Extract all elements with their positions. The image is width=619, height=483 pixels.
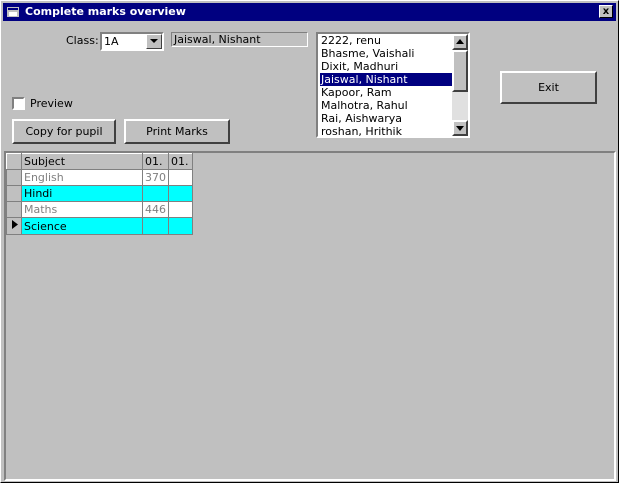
mark-cell[interactable] xyxy=(168,201,193,218)
marks-grid[interactable]: Subject 01. 01. English 370 Hindi Maths … xyxy=(4,151,616,481)
pupil-list-item[interactable]: Malhotra, Rahul xyxy=(320,99,452,112)
mark-cell[interactable]: 446 xyxy=(142,201,169,218)
subject-cell[interactable]: Maths xyxy=(21,201,143,218)
window-title: Complete marks overview xyxy=(25,5,186,18)
subject-cell[interactable]: Science xyxy=(21,217,143,235)
row-selector-current[interactable] xyxy=(6,217,22,235)
class-label: Class: xyxy=(66,34,99,47)
mark-cell[interactable]: 370 xyxy=(142,169,169,186)
mark-cell[interactable] xyxy=(142,185,169,202)
arrow-up-icon xyxy=(456,39,464,44)
chevron-down-icon xyxy=(150,39,158,43)
row-selector[interactable] xyxy=(6,169,22,186)
table-row[interactable]: English 370 xyxy=(6,169,193,186)
close-button[interactable]: x xyxy=(599,5,613,18)
column-header-subject[interactable]: Subject xyxy=(21,153,143,170)
pupil-list-item[interactable]: Dixit, Madhuri xyxy=(320,60,452,73)
marks-table: Subject 01. 01. English 370 Hindi Maths … xyxy=(6,153,193,235)
print-marks-button[interactable]: Print Marks xyxy=(124,119,230,144)
mark-cell[interactable] xyxy=(168,217,193,235)
pupil-list-scrollbar[interactable] xyxy=(452,34,468,136)
close-icon: x xyxy=(602,6,610,17)
mark-cell[interactable] xyxy=(168,169,193,186)
table-row-current[interactable]: Science xyxy=(6,217,193,235)
preview-checkbox[interactable] xyxy=(12,97,25,110)
class-combo[interactable]: 1A xyxy=(100,32,164,51)
current-row-arrow-icon xyxy=(12,220,18,229)
scroll-thumb[interactable] xyxy=(452,50,468,92)
class-combo-value: 1A xyxy=(104,35,119,48)
pupil-list-item[interactable]: Bhasme, Vaishali xyxy=(320,47,452,60)
pupil-list-item-selected[interactable]: Jaiswal, Nishant xyxy=(320,73,452,86)
grid-header-row: Subject 01. 01. xyxy=(6,153,193,170)
column-header-mark-1[interactable]: 01. xyxy=(142,153,169,170)
pupil-list-item[interactable]: Kapoor, Ram xyxy=(320,86,452,99)
pupil-list-item[interactable]: Rai, Aishwarya xyxy=(320,112,452,125)
selected-pupil-text: Jaiswal, Nishant xyxy=(174,33,261,46)
copy-for-pupil-button[interactable]: Copy for pupil xyxy=(12,119,116,144)
pupil-list-item[interactable]: roshan, Hrithik xyxy=(320,125,452,136)
scroll-down-button[interactable] xyxy=(452,120,468,136)
table-row[interactable]: Maths 446 xyxy=(6,201,193,218)
selected-pupil-display: Jaiswal, Nishant xyxy=(171,32,308,47)
app-icon xyxy=(7,7,19,17)
row-selector[interactable] xyxy=(6,185,22,202)
subject-cell[interactable]: Hindi xyxy=(21,185,143,202)
preview-label: Preview xyxy=(30,97,73,110)
pupil-list-item[interactable]: 2222, renu xyxy=(320,34,452,47)
row-selector[interactable] xyxy=(6,201,22,218)
class-combo-dropdown-button[interactable] xyxy=(146,34,162,49)
pupil-listbox[interactable]: 2222, renu Bhasme, Vaishali Dixit, Madhu… xyxy=(316,32,470,138)
scroll-up-button[interactable] xyxy=(452,34,468,50)
mark-cell[interactable] xyxy=(142,217,169,235)
column-header-mark-2[interactable]: 01. xyxy=(168,153,193,170)
table-row[interactable]: Hindi xyxy=(6,185,193,202)
title-bar: Complete marks overview x xyxy=(3,3,616,21)
marks-overview-window: Complete marks overview x Class: 1A Jais… xyxy=(0,0,619,483)
mark-cell[interactable] xyxy=(168,185,193,202)
exit-button[interactable]: Exit xyxy=(500,71,597,104)
subject-cell[interactable]: English xyxy=(21,169,143,186)
grid-corner xyxy=(6,153,22,170)
arrow-down-icon xyxy=(456,126,464,131)
